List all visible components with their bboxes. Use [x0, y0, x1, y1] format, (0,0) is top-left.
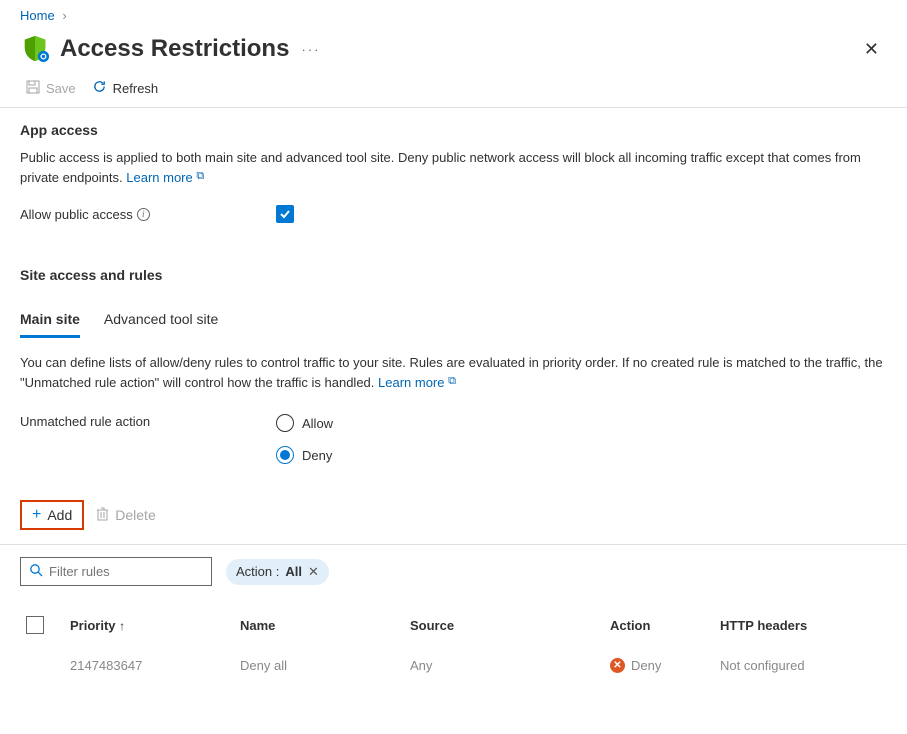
page-header: Access Restrictions ··· ✕ — [0, 27, 907, 65]
refresh-label: Refresh — [113, 81, 159, 96]
site-tabs: Main site Advanced tool site — [0, 305, 907, 339]
unmatched-rule-row: Unmatched rule action Allow Deny — [20, 414, 887, 478]
filter-pill-action[interactable]: Action : All ✕ — [226, 559, 329, 585]
refresh-button[interactable]: Refresh — [92, 79, 159, 97]
breadcrumb-home[interactable]: Home — [20, 8, 55, 23]
app-access-desc: Public access is applied to both main si… — [20, 148, 887, 187]
allow-public-access-checkbox[interactable] — [276, 205, 294, 223]
info-icon[interactable]: i — [137, 208, 150, 221]
delete-label: Delete — [115, 507, 155, 523]
external-icon: ⧉ — [448, 375, 456, 387]
search-icon — [29, 563, 43, 580]
breadcrumb: Home › — [0, 0, 907, 27]
tab-advanced-tool-site[interactable]: Advanced tool site — [104, 305, 218, 338]
table-header: Priority ↑ Name Source Action HTTP heade… — [20, 608, 887, 642]
radio-deny-row[interactable]: Deny — [276, 446, 333, 464]
site-access-heading: Site access and rules — [20, 267, 887, 283]
learn-more-link-site[interactable]: Learn more ⧉ — [378, 375, 456, 390]
cell-name: Deny all — [240, 658, 410, 673]
col-name[interactable]: Name — [240, 618, 410, 633]
select-all-checkbox[interactable] — [26, 616, 44, 634]
filter-pill-value: All — [285, 564, 302, 579]
cell-action: ✕ Deny — [610, 658, 720, 673]
allow-public-access-label: Allow public access i — [20, 207, 276, 222]
col-action[interactable]: Action — [610, 618, 720, 633]
unmatched-rule-label: Unmatched rule action — [20, 414, 276, 429]
page-title: Access Restrictions — [60, 35, 289, 63]
save-icon — [26, 80, 40, 97]
radio-deny-label: Deny — [302, 448, 332, 463]
save-label: Save — [46, 81, 76, 96]
save-button[interactable]: Save — [26, 80, 76, 97]
rules-table: Priority ↑ Name Source Action HTTP heade… — [0, 608, 907, 683]
col-priority[interactable]: Priority ↑ — [70, 618, 240, 633]
radio-allow-row[interactable]: Allow — [276, 414, 333, 432]
sort-asc-icon: ↑ — [119, 619, 125, 633]
deny-icon: ✕ — [610, 658, 625, 673]
allow-public-access-row: Allow public access i — [20, 205, 887, 223]
add-button[interactable]: + Add — [20, 500, 84, 530]
unmatched-rule-radios: Allow Deny — [276, 414, 333, 478]
external-icon: ⧉ — [196, 170, 204, 182]
filter-input-wrapper[interactable] — [20, 557, 212, 586]
learn-more-link-app[interactable]: Learn more ⧉ — [126, 170, 204, 185]
tab-main-site[interactable]: Main site — [20, 305, 80, 338]
more-icon[interactable]: ··· — [301, 42, 320, 57]
close-icon[interactable]: ✕ — [856, 35, 887, 64]
table-row[interactable]: 2147483647 Deny all Any ✕ Deny Not confi… — [20, 642, 887, 683]
site-access-desc: You can define lists of allow/deny rules… — [20, 353, 887, 392]
shield-icon — [20, 33, 52, 65]
site-access-body: You can define lists of allow/deny rules… — [0, 339, 907, 478]
col-http[interactable]: HTTP headers — [720, 618, 870, 633]
trash-icon — [96, 507, 109, 524]
add-label: Add — [47, 507, 72, 523]
refresh-icon — [92, 79, 107, 97]
cell-priority: 2147483647 — [70, 658, 240, 673]
filter-pill-prefix: Action : — [236, 564, 279, 579]
site-access-section: Site access and rules — [0, 253, 907, 283]
filter-row: Action : All ✕ — [0, 544, 907, 586]
radio-allow[interactable] — [276, 414, 294, 432]
chevron-right-icon: › — [62, 8, 66, 23]
cell-http: Not configured — [720, 658, 870, 673]
cell-source: Any — [410, 658, 610, 673]
plus-icon: + — [32, 506, 41, 524]
app-access-section: App access Public access is applied to b… — [0, 108, 907, 223]
app-access-heading: App access — [20, 122, 887, 138]
radio-deny[interactable] — [276, 446, 294, 464]
filter-pill-clear-icon[interactable]: ✕ — [308, 564, 319, 580]
delete-button[interactable]: Delete — [96, 507, 155, 524]
rule-actions-bar: + Add Delete — [0, 500, 907, 530]
col-source[interactable]: Source — [410, 618, 610, 633]
radio-allow-label: Allow — [302, 416, 333, 431]
toolbar: Save Refresh — [0, 65, 907, 108]
filter-input[interactable] — [49, 564, 203, 579]
